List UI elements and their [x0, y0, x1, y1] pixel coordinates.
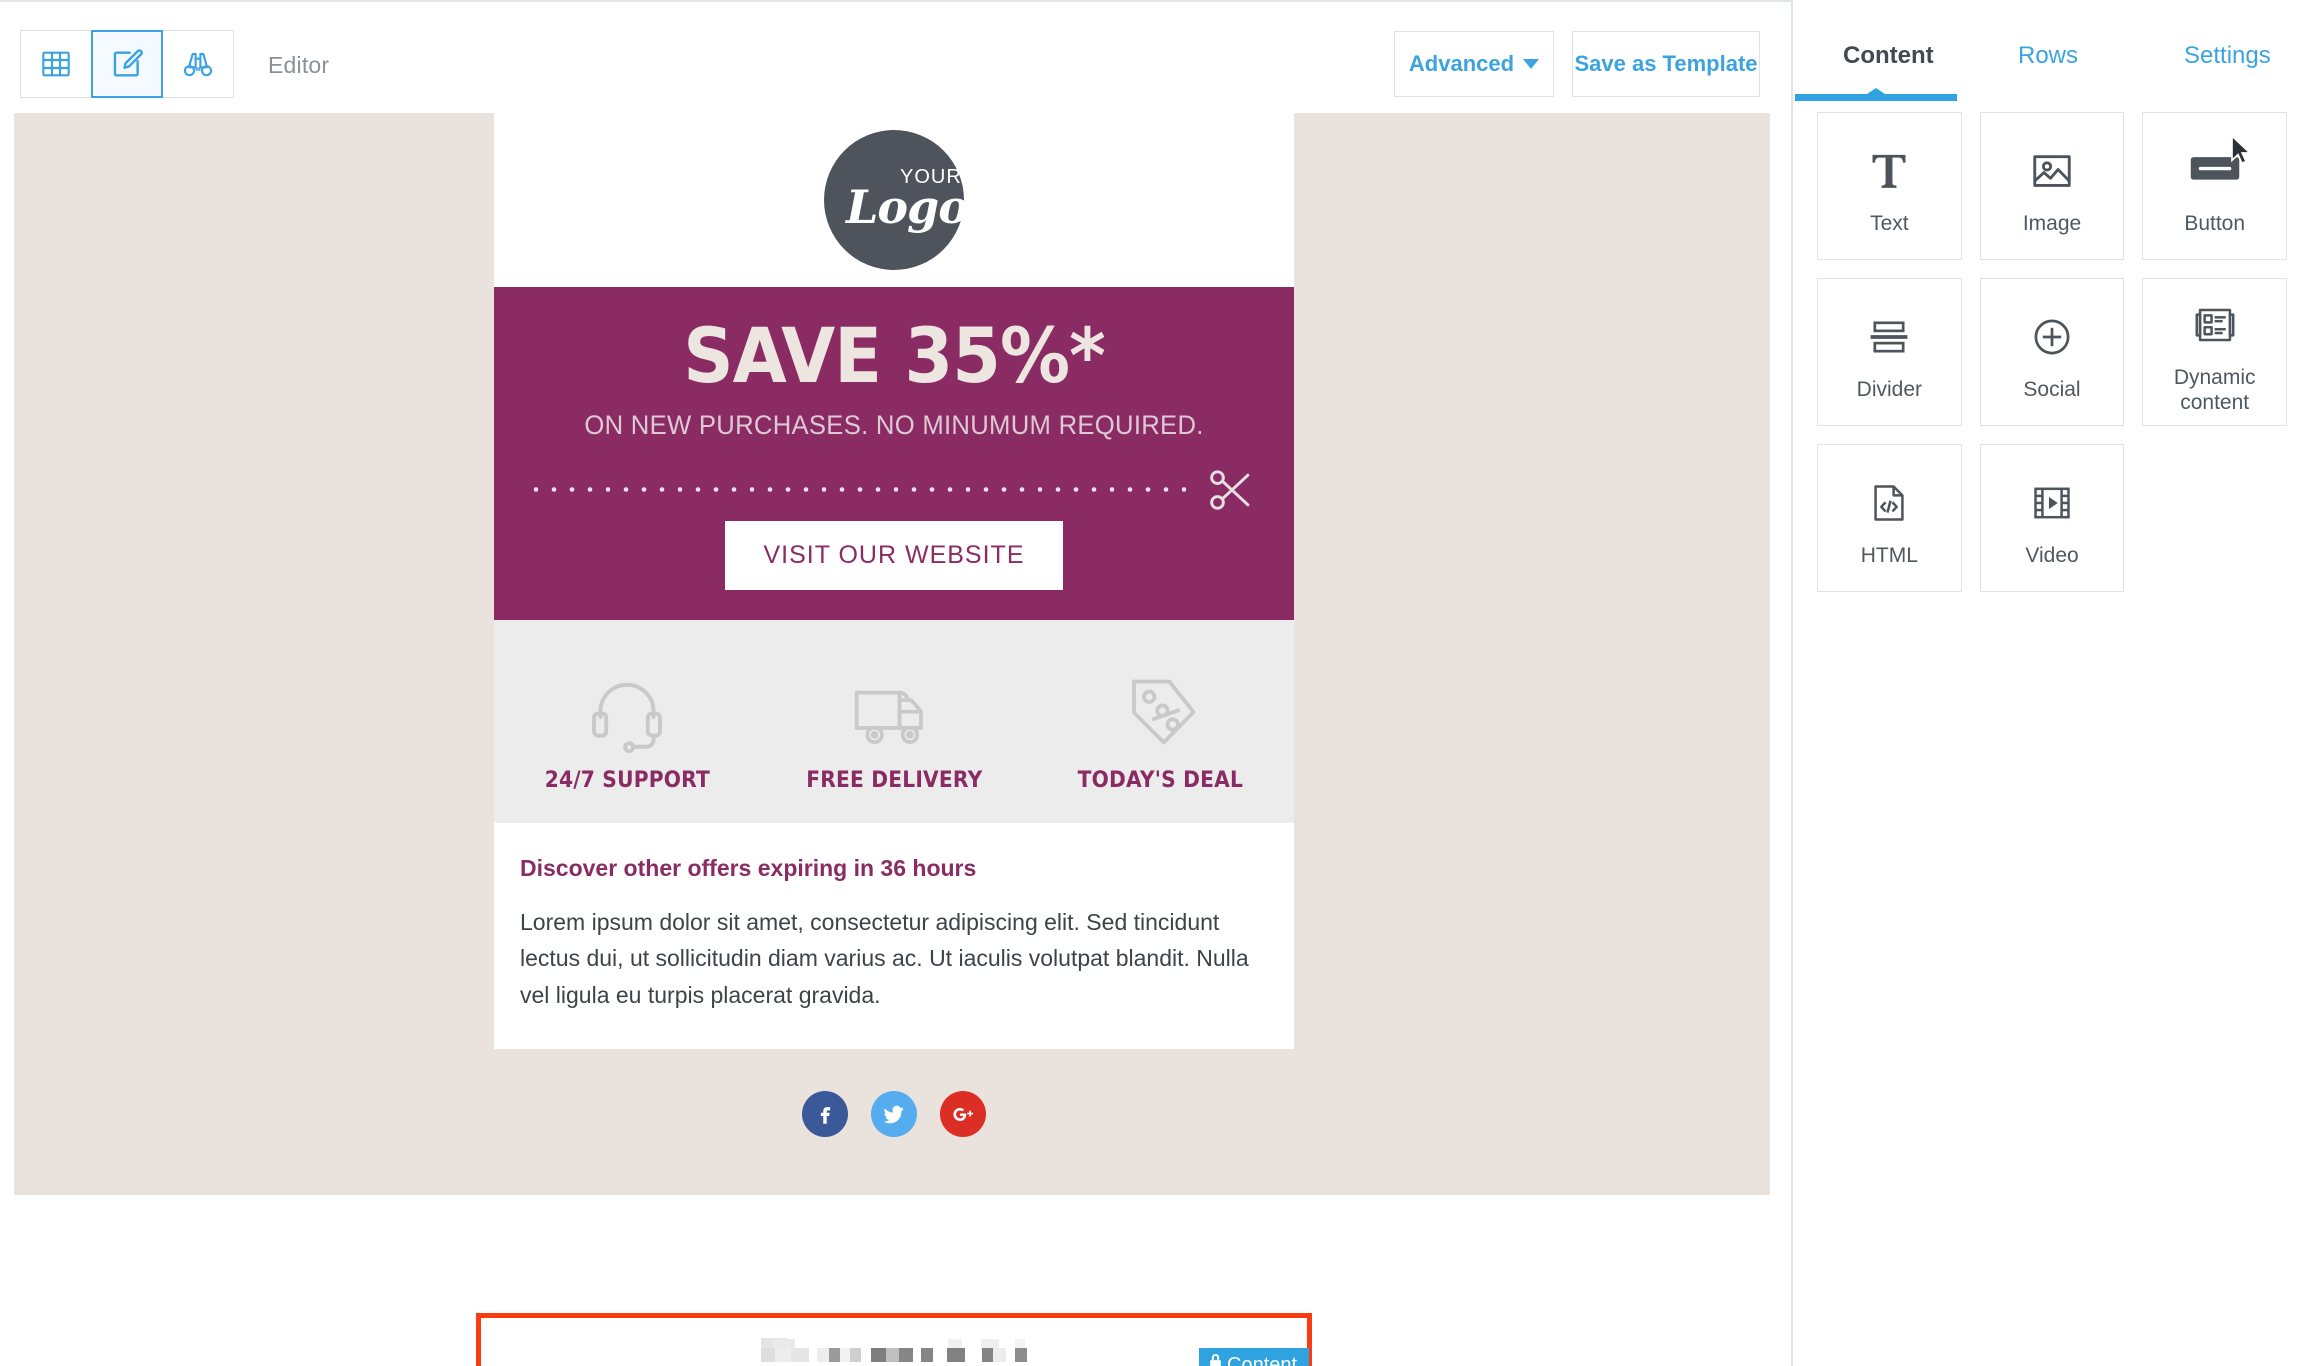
- advanced-dropdown-button[interactable]: Advanced: [1394, 31, 1554, 97]
- coupon-cut-line: [494, 463, 1294, 517]
- tab-settings[interactable]: Settings: [2184, 42, 2271, 70]
- promo-button-wrap: VISIT OUR WEBSITE: [494, 521, 1294, 591]
- feature-item-deal: TODAY'S DEAL: [1027, 656, 1294, 793]
- save-as-template-label: Save as Template: [1574, 51, 1758, 76]
- feature-label: FREE DELIVERY: [805, 768, 983, 794]
- promo-banner[interactable]: SAVE 35%* ON NEW PURCHASES. NO MINUMUM R…: [494, 287, 1294, 621]
- tile-label: HTML: [1860, 544, 1918, 568]
- google-plus-icon[interactable]: [940, 1091, 986, 1138]
- editor-mode-label: Editor: [268, 52, 330, 78]
- dynamic-content-icon: [2192, 289, 2238, 361]
- facebook-icon[interactable]: [802, 1091, 848, 1138]
- logo-circle: YOUR Logo: [824, 130, 969, 270]
- social-icons-row[interactable]: [494, 1049, 1294, 1138]
- content-tiles-grid: Text Image Button Divider Social Dynamic…: [1793, 112, 2311, 610]
- promo-subline: ON NEW PURCHASES. NO MINUMUM REQUIRED.: [584, 410, 1204, 441]
- text-T-icon: [1866, 135, 1912, 207]
- tile-button[interactable]: Button: [2142, 112, 2288, 260]
- active-tab-indicator: [1795, 88, 1957, 101]
- email-text-block[interactable]: Discover other offers expiring in 36 hou…: [494, 823, 1294, 1050]
- content-badge[interactable]: Content: [1199, 1348, 1310, 1366]
- binoculars-icon: [182, 48, 214, 80]
- tab-content[interactable]: Content: [1843, 42, 1934, 70]
- tile-video[interactable]: Video: [1979, 444, 2125, 592]
- image-icon: [2029, 135, 2075, 207]
- visit-website-button[interactable]: VISIT OUR WEBSITE: [725, 521, 1063, 591]
- video-filmstrip-icon: [2029, 467, 2075, 539]
- tile-label: Text: [1870, 212, 1909, 236]
- tile-social[interactable]: Social: [1979, 278, 2125, 426]
- preview-view-button[interactable]: [162, 30, 234, 98]
- save-as-template-button[interactable]: Save as Template: [1572, 31, 1760, 97]
- feature-row[interactable]: 24/7 SUPPORT FREE DELIVERY TODAY'S DEAL: [494, 620, 1294, 824]
- price-tag-icon: [1027, 656, 1294, 768]
- redacted-text: [761, 1338, 1051, 1362]
- promo-headline: SAVE 35%*: [683, 311, 1106, 400]
- twitter-icon[interactable]: [871, 1091, 917, 1138]
- headset-icon: [494, 656, 761, 768]
- tile-label: Video: [2025, 544, 2079, 568]
- tile-row: HTML Video: [1793, 444, 2311, 592]
- content-badge-label: Content: [1227, 1353, 1298, 1366]
- top-header: Editor Advanced Save as Template: [0, 0, 1791, 115]
- view-mode-group: [20, 30, 234, 98]
- scissors-icon: [1204, 463, 1258, 522]
- html-code-icon: [1867, 467, 1911, 539]
- tab-rows[interactable]: Rows: [2018, 42, 2078, 70]
- dotted-line: [527, 487, 1199, 493]
- text-block-body: Lorem ipsum dolor sit amet, consectetur …: [520, 909, 1249, 1008]
- selected-content-block[interactable]: Unsubscribe Content: [476, 1313, 1312, 1366]
- divider-icon: [1866, 301, 1912, 373]
- grid-view-button[interactable]: [20, 30, 92, 98]
- feature-item-support: 24/7 SUPPORT: [494, 656, 761, 793]
- tile-divider[interactable]: Divider: [1817, 278, 1962, 426]
- editor-canvas: YOUR Logo SAVE 35%* ON NEW PURCHASES. NO…: [0, 113, 1791, 1366]
- tile-dynamic-content[interactable]: Dynamic content: [2142, 278, 2288, 426]
- tile-label: Button: [2184, 212, 2246, 236]
- tile-image[interactable]: Image: [1979, 112, 2125, 260]
- tile-label: Dynamic content: [2173, 365, 2256, 414]
- grid-icon: [40, 48, 72, 80]
- lock-icon: [1208, 1353, 1223, 1366]
- sidebar-tabs: Content Rows Settings: [1793, 0, 2311, 101]
- tile-row: Text Image Button: [1793, 112, 2311, 260]
- tile-html[interactable]: HTML: [1817, 444, 1962, 592]
- chevron-down-icon: [1523, 59, 1540, 69]
- logo-word-text: Logo: [846, 180, 969, 234]
- feature-item-delivery: FREE DELIVERY: [761, 656, 1028, 793]
- tile-label: Image: [2022, 212, 2082, 236]
- email-preview: YOUR Logo SAVE 35%* ON NEW PURCHASES. NO…: [494, 113, 1294, 1138]
- advanced-label: Advanced: [1408, 51, 1515, 76]
- tile-label: Social: [2023, 378, 2081, 402]
- social-plus-icon: [2029, 301, 2075, 373]
- mouse-cursor-icon: [2229, 134, 2255, 170]
- feature-label: 24/7 SUPPORT: [544, 768, 710, 794]
- tile-text[interactable]: Text: [1817, 112, 1962, 260]
- truck-icon: [761, 656, 1028, 768]
- tile-label: Divider: [1856, 378, 1923, 402]
- tile-placeholder: [2142, 444, 2287, 592]
- edit-pencil-icon: [110, 47, 144, 81]
- text-block-title: Discover other offers expiring in 36 hou…: [520, 855, 977, 882]
- feature-label: TODAY'S DEAL: [1077, 768, 1244, 794]
- right-sidebar: Content Rows Settings Text Image Button …: [1793, 0, 2311, 1366]
- email-editor-app: Editor Advanced Save as Template YOUR Lo…: [0, 0, 2311, 1366]
- tile-row: Divider Social Dynamic content: [1793, 278, 2311, 426]
- edit-view-button[interactable]: [91, 30, 163, 98]
- email-logo-block[interactable]: YOUR Logo: [494, 113, 1294, 287]
